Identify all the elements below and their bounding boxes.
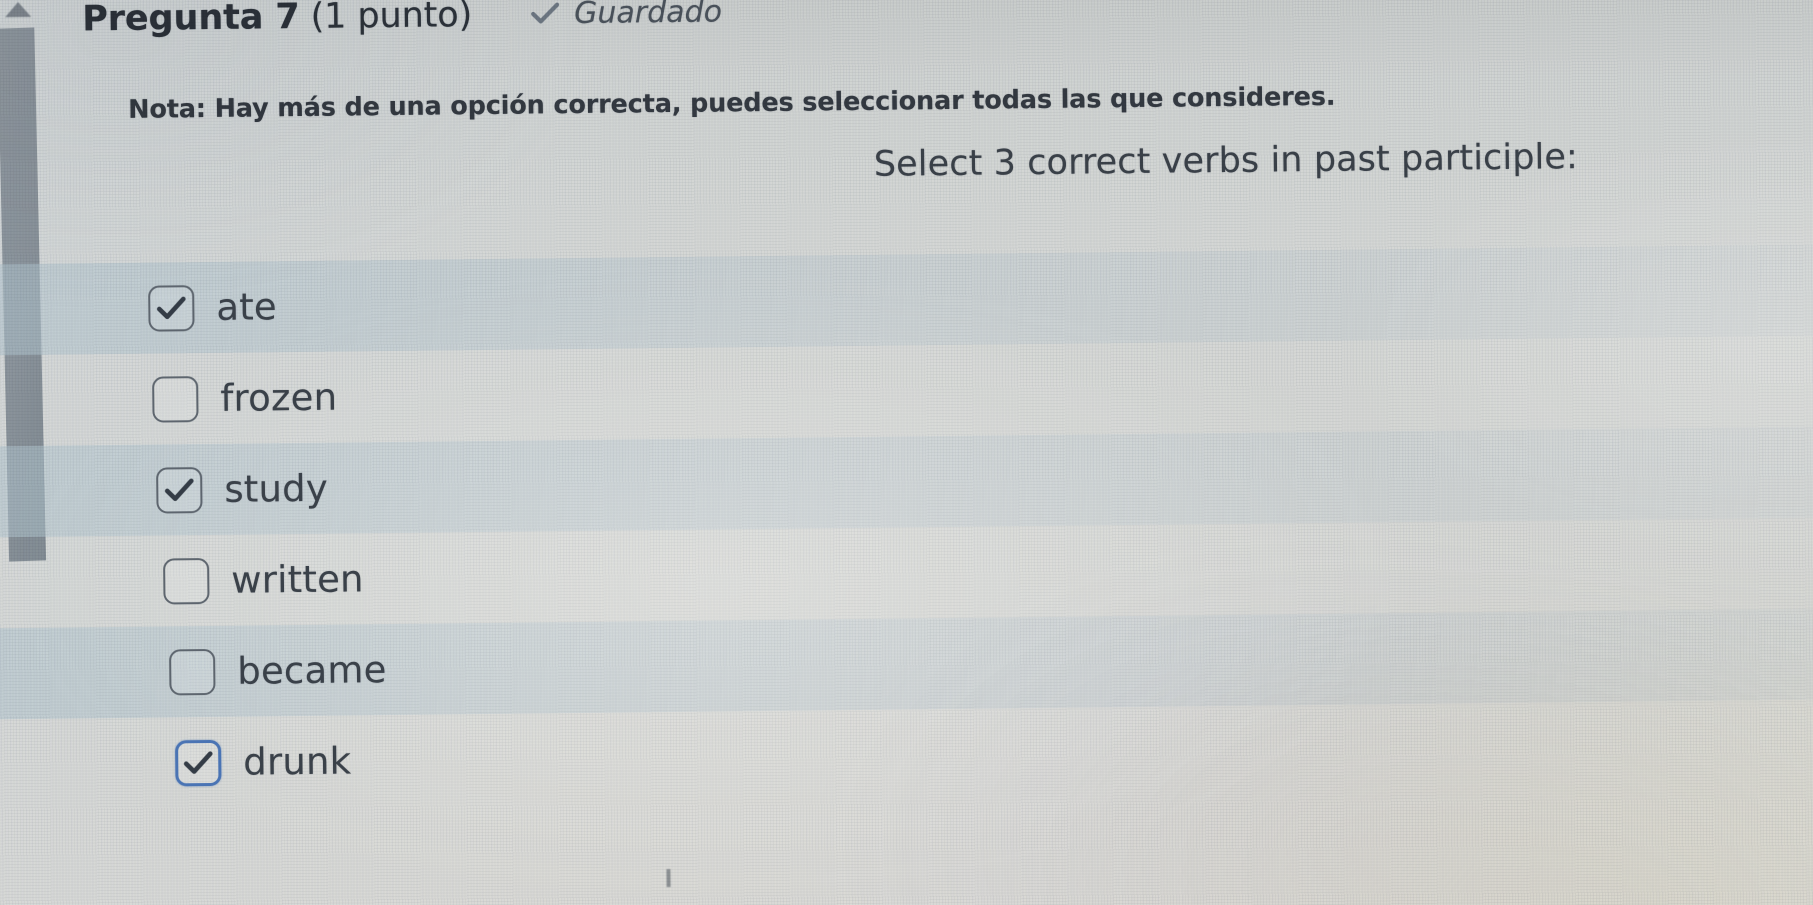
option-label: ate xyxy=(216,285,278,329)
option-label: written xyxy=(231,557,364,602)
option-label: frozen xyxy=(220,375,338,420)
option-row[interactable]: drunk xyxy=(0,700,1789,811)
checkbox-frozen[interactable] xyxy=(152,375,199,423)
option-label: became xyxy=(237,648,387,693)
option-label: study xyxy=(224,466,329,511)
saved-label: Guardado xyxy=(573,0,723,31)
cut-off-text-artifact xyxy=(666,869,671,888)
saved-status: Guardado xyxy=(530,0,722,31)
check-icon xyxy=(530,1,560,25)
note-text: Nota: Hay más de una opción correcta, pu… xyxy=(128,81,1336,125)
checkbox-ate[interactable] xyxy=(148,284,195,332)
checkbox-written[interactable] xyxy=(163,557,210,605)
checkbox-became[interactable] xyxy=(169,648,216,695)
checkbox-drunk[interactable] xyxy=(175,739,222,786)
question-prompt: Select 3 correct verbs in past participl… xyxy=(873,137,1579,185)
option-label: drunk xyxy=(243,739,352,784)
screen-photo: Pregunta 7 (1 punto) Guardado Nota: Hay … xyxy=(0,0,1813,905)
question-header: Pregunta 7 (1 punto) Guardado xyxy=(82,0,722,39)
triangle-up-icon[interactable] xyxy=(5,1,32,18)
checkbox-study[interactable] xyxy=(156,466,203,514)
answer-options-list: ate frozen study written became drunk xyxy=(0,245,1789,811)
page-title: Pregunta 7 xyxy=(81,0,300,40)
question-points: (1 punto) xyxy=(310,0,473,37)
